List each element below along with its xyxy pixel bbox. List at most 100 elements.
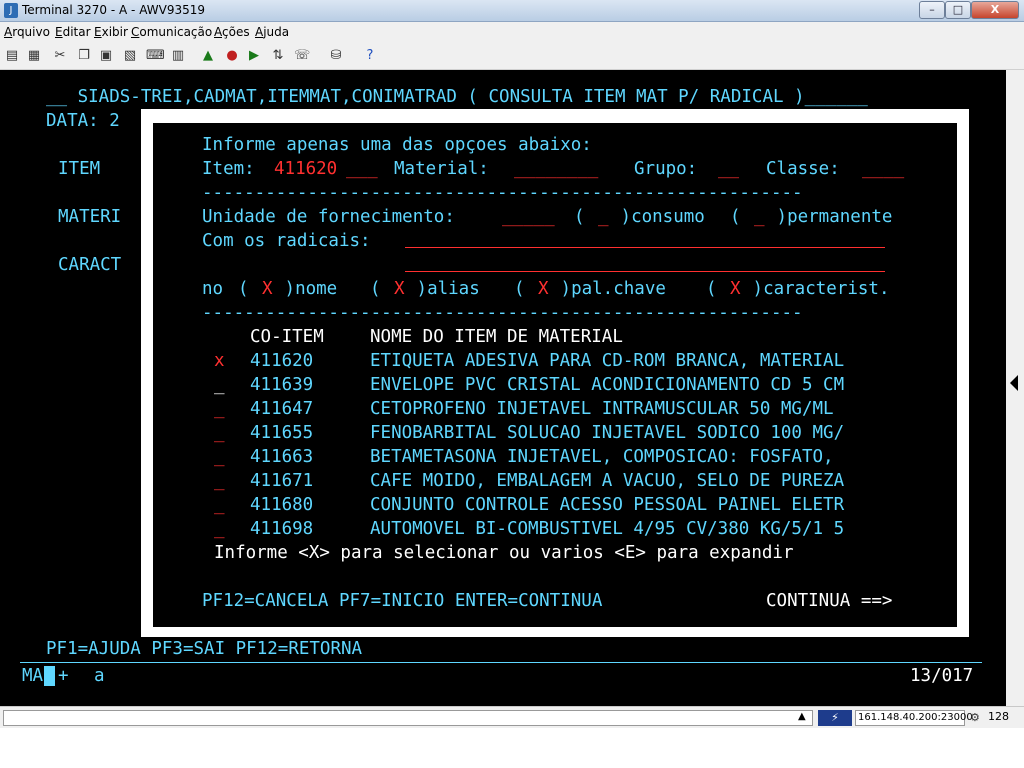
permanente-open: (	[730, 207, 752, 227]
status-bar: ▲ ⚡ 161.148.40.200:23000 ⚙ 128	[0, 706, 1024, 728]
col-header-name: NOME DO ITEM DE MATERIAL	[370, 327, 623, 347]
keyboard-cursor	[44, 666, 55, 686]
oia-session-indicator: MA	[22, 666, 44, 686]
opt-nome-check[interactable]: X	[262, 279, 273, 299]
menu-editar[interactable]: Editar	[55, 25, 91, 39]
selection-hint: Informe <X> para selecionar ou varios <E…	[214, 543, 794, 563]
status-message-field	[3, 710, 813, 726]
left-label-caract: CARACT	[58, 255, 122, 275]
row-select-input[interactable]: _	[214, 423, 225, 443]
minimize-button[interactable]: –	[919, 1, 945, 19]
scroll-left-arrow-icon[interactable]	[1010, 375, 1018, 391]
terminal-screen[interactable]: __ SIADS-TREI,CADMAT,ITEMMAT,CONIMATRAD …	[0, 70, 1006, 706]
opt-palchave-label: )pal.chave	[550, 279, 666, 299]
unidade-input[interactable]: _____	[502, 207, 555, 227]
grupo-label: Grupo:	[634, 159, 698, 179]
radicais-input-1[interactable]	[405, 247, 885, 248]
opt-nome-label: )nome	[274, 279, 338, 299]
menu-acoes[interactable]: Ações	[214, 25, 250, 39]
popup-window: Informe apenas uma das opçoes abaixo: It…	[153, 123, 957, 627]
opt-caract-label: )caracterist.	[742, 279, 890, 299]
popup-window-border: Informe apenas uma das opçoes abaixo: It…	[141, 109, 969, 637]
row-select-input[interactable]: _	[214, 471, 225, 491]
file-transfer-icon[interactable]: ⇅	[270, 48, 286, 64]
menu-bar: Arquivo Editar Exibir Comunicação Ações …	[0, 22, 1024, 42]
row-name: CETOPROFENO INJETAVEL INTRAMUSCULAR 50 M…	[370, 399, 834, 419]
item-input[interactable]: 411620	[274, 159, 337, 179]
oia-separator	[20, 662, 982, 663]
row-code: 411620	[250, 351, 314, 371]
consumo-input[interactable]: _	[598, 207, 609, 227]
left-label-material: MATERI	[58, 207, 122, 227]
maximize-button[interactable]: □	[945, 1, 971, 19]
row-name: FENOBARBITAL SOLUCAO INJETAVEL SODICO 10…	[370, 423, 845, 443]
row-select-input[interactable]: x	[214, 351, 225, 371]
row-code: 411671	[250, 471, 314, 491]
close-button[interactable]: X	[971, 1, 1019, 19]
item-input-pad[interactable]: ___	[346, 159, 378, 179]
java-app-icon: J	[4, 3, 18, 18]
row-code: 411680	[250, 495, 314, 515]
help-icon[interactable]: ?	[362, 48, 378, 64]
cut-icon[interactable]: ✂	[52, 48, 68, 64]
separator-2: ----------------------------------------…	[202, 303, 803, 323]
pf-keys-popup: PF12=CANCELA PF7=INICIO ENTER=CONTINUA	[202, 591, 603, 611]
row-code: 411698	[250, 519, 314, 539]
print-icon[interactable]: ▤	[4, 48, 20, 64]
disk-icon[interactable]: ⛁	[328, 48, 344, 64]
separator-1: ----------------------------------------…	[202, 183, 803, 203]
continua-indicator[interactable]: CONTINUA ==>	[766, 591, 892, 611]
macro-record-icon-2[interactable]: ▲	[200, 48, 216, 64]
pf-keys-main: PF1=AJUDA PF3=SAI PF12=RETORNA	[46, 639, 363, 659]
opt-caract-check[interactable]: X	[730, 279, 741, 299]
keypad-icon[interactable]: ⌨	[146, 48, 165, 64]
data-label: DATA: 2	[46, 111, 120, 131]
oia-plus-indicator: +	[58, 666, 69, 686]
menu-arquivo[interactable]: Arquivo	[4, 25, 50, 39]
opt-palchave-check[interactable]: X	[538, 279, 549, 299]
macro-record-icon[interactable]: ▥	[170, 48, 186, 64]
print-screen-icon[interactable]: ▦	[26, 48, 42, 64]
row-select-input[interactable]: _	[214, 399, 225, 419]
opt-alias-check[interactable]: X	[394, 279, 405, 299]
cursor-position: 13/017	[910, 666, 974, 686]
opt-alias-open: (	[370, 279, 392, 299]
instruction-text: Informe apenas uma das opçoes abaixo:	[202, 135, 592, 155]
menu-comunicacao[interactable]: Comunicação	[131, 25, 212, 39]
classe-label: Classe:	[766, 159, 840, 179]
toolbar: ▤ ▦ ✂ ❐ ▣ ▧ ⌨ ▥ ▲ ● ▶ ⇅ ☏ ⛁ ?	[0, 42, 1024, 70]
row-select-input[interactable]: _	[214, 495, 225, 515]
permanente-input[interactable]: _	[754, 207, 765, 227]
copy-icon[interactable]: ❐	[76, 48, 92, 64]
col-header-code: CO-ITEM	[250, 327, 324, 347]
grupo-input[interactable]: __	[718, 159, 739, 179]
consumo-label: )consumo	[610, 207, 705, 227]
macro-play-icon[interactable]: ▶	[246, 48, 262, 64]
paste-icon[interactable]: ▣	[98, 48, 114, 64]
screen-header: __ SIADS-TREI,CADMAT,ITEMMAT,CONIMATRAD …	[46, 87, 868, 107]
unidade-label: Unidade de fornecimento:	[202, 207, 455, 227]
opt-caract-open: (	[706, 279, 728, 299]
row-code: 411663	[250, 447, 314, 467]
row-select-input[interactable]: _	[214, 375, 225, 395]
row-name: AUTOMOVEL BI-COMBUSTIVEL 4/95 CV/380 KG/…	[370, 519, 845, 539]
row-name: BETAMETASONA INJETAVEL, COMPOSICAO: FOSF…	[370, 447, 834, 467]
connection-address: 161.148.40.200:23000	[855, 710, 973, 726]
chat-icon[interactable]: ☏	[294, 48, 310, 64]
opt-nome-open: (	[238, 279, 260, 299]
row-select-input[interactable]: _	[214, 519, 225, 539]
paste-special-icon[interactable]: ▧	[122, 48, 138, 64]
row-select-input[interactable]: _	[214, 447, 225, 467]
macro-stop-icon[interactable]: ●	[224, 48, 240, 64]
menu-ajuda[interactable]: Ajuda	[255, 25, 289, 39]
permanente-label: )permanente	[766, 207, 893, 227]
radicais-input-2[interactable]	[405, 271, 885, 272]
radicais-label: Com os radicais:	[202, 231, 371, 251]
material-input[interactable]: ________	[514, 159, 598, 179]
opt-alias-label: )alias	[406, 279, 480, 299]
row-name: ETIQUETA ADESIVA PARA CD-ROM BRANCA, MAT…	[370, 351, 845, 371]
classe-input[interactable]: ____	[862, 159, 904, 179]
vertical-scrollbar[interactable]	[1006, 70, 1024, 706]
menu-exibir[interactable]: Exibir	[94, 25, 128, 39]
row-name: ENVELOPE PVC CRISTAL ACONDICIONAMENTO CD…	[370, 375, 845, 395]
